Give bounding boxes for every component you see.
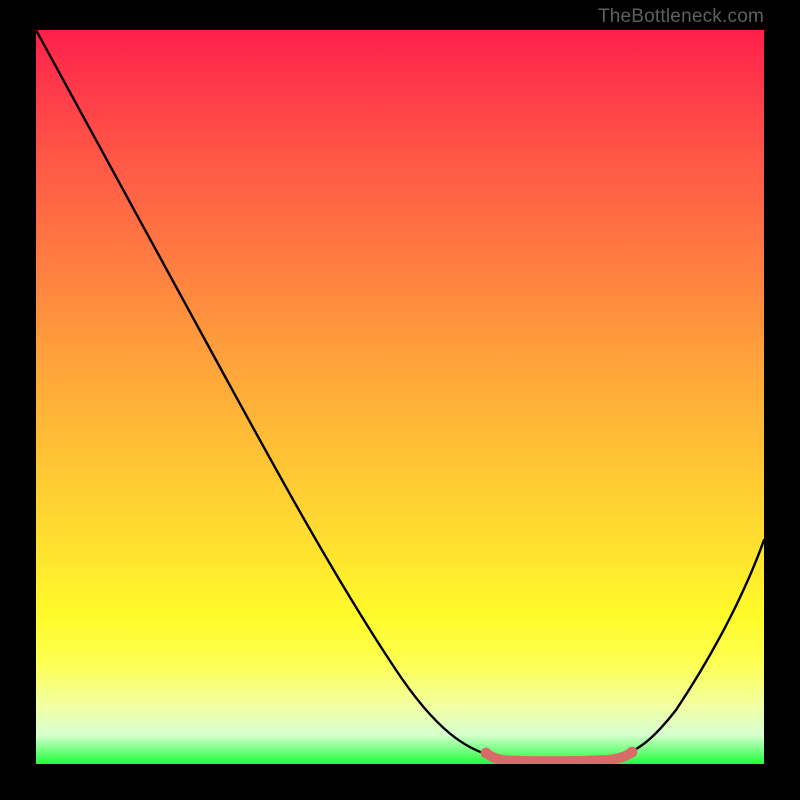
attribution-text: TheBottleneck.com: [598, 6, 764, 28]
chart-svg: [36, 30, 764, 764]
bottleneck-curve: [36, 30, 764, 761]
flat-min-highlight: [486, 752, 632, 761]
chart-frame: [36, 30, 764, 764]
min-end-marker: [627, 747, 638, 758]
plot-area: [36, 30, 764, 764]
min-start-marker: [481, 748, 492, 759]
